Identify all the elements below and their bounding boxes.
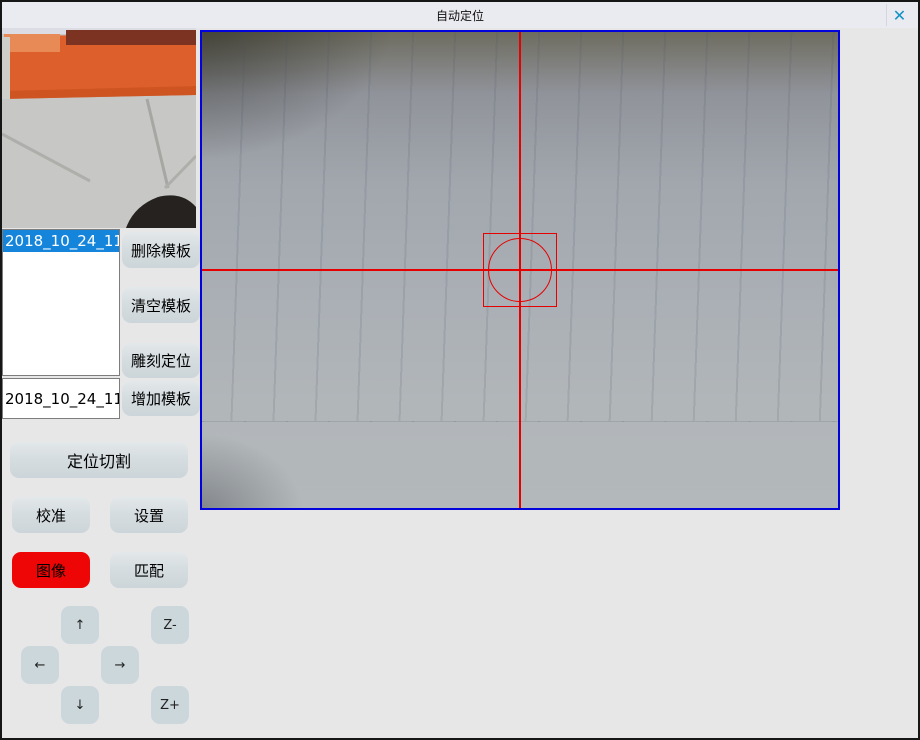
close-button[interactable]: ✕	[886, 4, 912, 26]
calibrate-button[interactable]: 校准	[12, 497, 90, 533]
auto-position-window: 自动定位 ✕ 2018_10_24_11 删除模板 清空模板 雕刻定位 增加模板…	[0, 0, 920, 740]
jog-down-button[interactable]: ↓	[61, 686, 99, 724]
match-button[interactable]: 匹配	[110, 552, 188, 588]
arrow-left-icon: ←	[35, 658, 46, 673]
close-icon: ✕	[893, 6, 906, 25]
jog-z-plus-button[interactable]: Z+	[151, 686, 189, 724]
jog-z-minus-button[interactable]: Z-	[151, 606, 189, 644]
titlebar: 自动定位 ✕	[2, 2, 918, 28]
thumbnail-image	[2, 28, 196, 228]
jog-left-button[interactable]: ←	[21, 646, 59, 684]
engrave-position-button[interactable]: 雕刻定位	[122, 343, 200, 378]
arrow-down-icon: ↓	[75, 698, 86, 713]
arrow-right-icon: →	[115, 658, 126, 673]
camera-view[interactable]	[200, 30, 840, 510]
clear-templates-button[interactable]: 清空模板	[122, 287, 200, 323]
jog-up-button[interactable]: ↑	[61, 606, 99, 644]
image-button-active[interactable]: 图像	[12, 552, 90, 588]
template-list-item-selected[interactable]: 2018_10_24_11	[3, 230, 119, 252]
template-name-input[interactable]	[2, 378, 120, 419]
target-circle-marker	[488, 238, 552, 302]
delete-template-button[interactable]: 删除模板	[122, 232, 200, 268]
arrow-up-icon: ↑	[75, 618, 86, 633]
add-template-button[interactable]: 增加模板	[122, 381, 200, 416]
template-list[interactable]: 2018_10_24_11	[2, 229, 120, 376]
settings-button[interactable]: 设置	[110, 497, 188, 533]
position-cut-button[interactable]: 定位切割	[10, 442, 188, 478]
jog-right-button[interactable]: →	[101, 646, 139, 684]
template-thumbnail-preview	[2, 28, 196, 228]
window-title: 自动定位	[436, 7, 484, 24]
